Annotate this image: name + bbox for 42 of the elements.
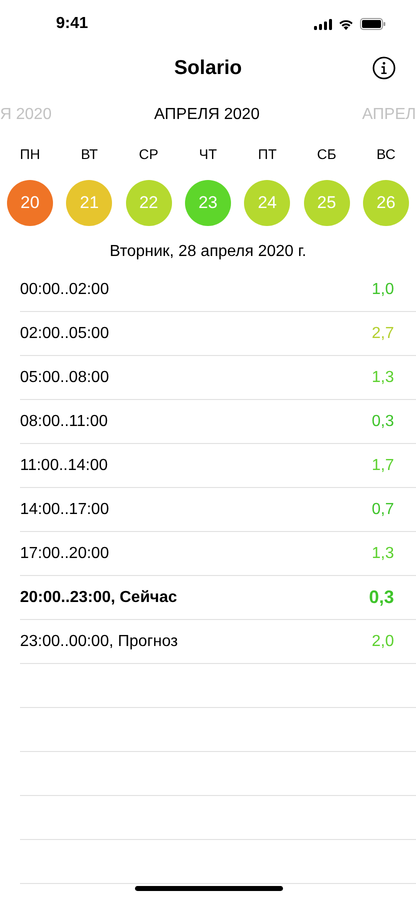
time-range: 00:00..02:00 — [20, 280, 109, 298]
day-circle[interactable]: 26 — [362, 180, 409, 226]
uv-value: 0,3 — [368, 587, 394, 608]
day-circle[interactable]: 25 — [304, 180, 350, 226]
battery-icon — [360, 18, 386, 30]
uv-value: 2,7 — [372, 324, 394, 342]
uv-value: 1,3 — [372, 544, 394, 562]
time-range: 17:00..20:00 — [20, 544, 109, 562]
day-circle[interactable]: 22 — [126, 180, 172, 226]
weekday-label: СР — [138, 145, 158, 164]
weekday-label: ПН — [20, 145, 40, 164]
signal-icon — [314, 18, 332, 30]
day-circle[interactable]: 21 — [66, 180, 112, 226]
time-range: 08:00..11:00 — [20, 412, 108, 430]
uv-value: 1,3 — [372, 368, 394, 386]
weekday-label: СБ — [316, 145, 336, 164]
time-range: 11:00..14:00 — [20, 456, 108, 474]
day-circle[interactable]: 20 — [7, 180, 53, 226]
uv-value: 0,7 — [372, 500, 394, 518]
time-range: 23:00..00:00, Прогноз — [20, 632, 178, 650]
time-range: 20:00..23:00, Сейчас — [20, 588, 177, 606]
weekday-label: ЧТ — [199, 145, 217, 164]
app-title: Solario — [174, 56, 242, 80]
month-tab[interactable]: АПРЕЛЯ 2020 — [154, 106, 260, 124]
weekday-label: ПТ — [258, 145, 277, 164]
date-heading: Вторник, 28 апреля 2020 г. — [108, 242, 308, 262]
uv-value: 1,0 — [372, 280, 394, 298]
uv-value: 1,7 — [372, 456, 394, 474]
month-tab[interactable]: АПРЕЛ — [362, 106, 416, 124]
month-tab[interactable]: Я 2020 — [0, 106, 52, 124]
status-time: 9:41 — [56, 15, 88, 33]
day-circle[interactable]: 23 — [184, 180, 231, 226]
time-range: 05:00..08:00 — [20, 368, 109, 386]
wifi-icon — [338, 18, 354, 30]
weekday-label: ВС — [376, 145, 396, 164]
weekday-label: ВТ — [80, 145, 98, 164]
uv-value: 0,3 — [372, 412, 394, 430]
time-range: 02:00..05:00 — [20, 324, 109, 342]
info-icon[interactable] — [372, 56, 396, 80]
time-range: 14:00..17:00 — [20, 500, 109, 518]
day-circle[interactable]: 24 — [244, 180, 290, 226]
uv-value: 2,0 — [372, 632, 394, 650]
